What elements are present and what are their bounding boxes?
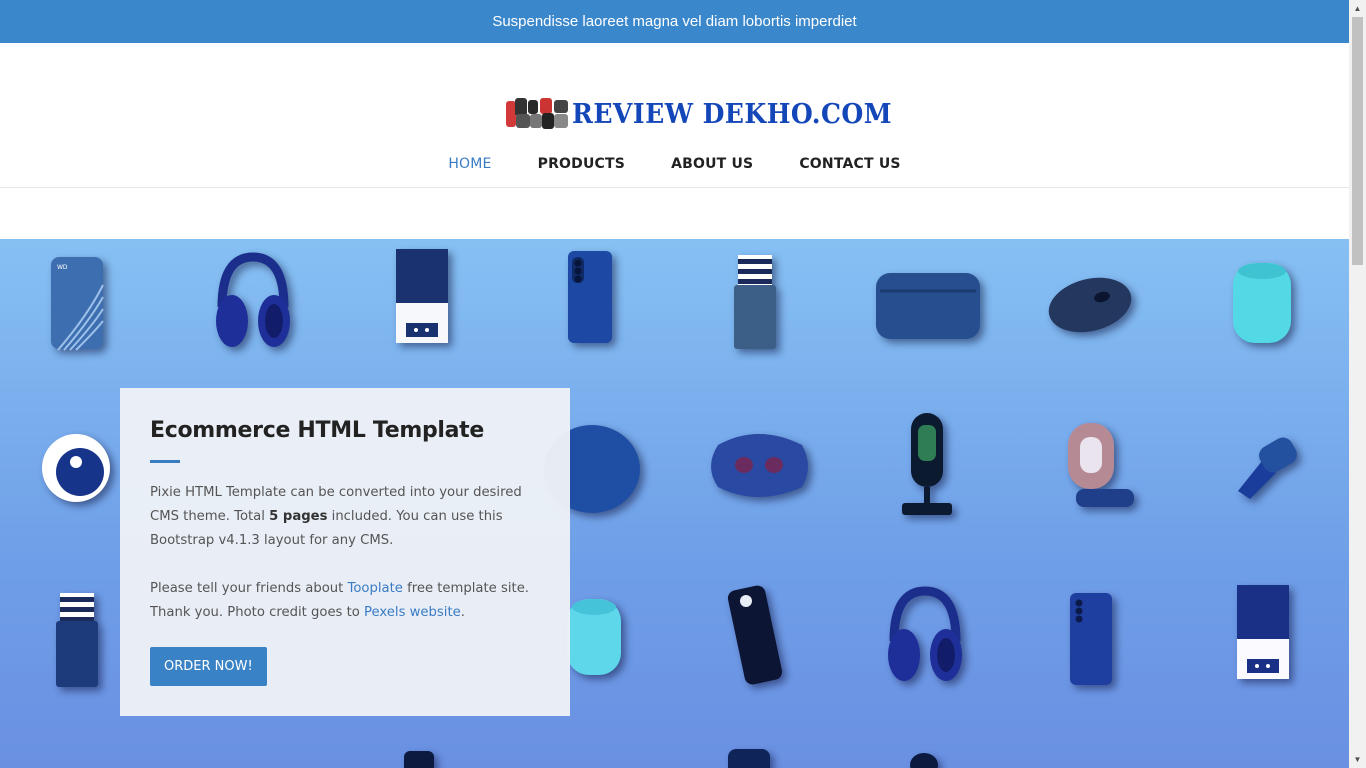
scroll-up-icon[interactable]: ▲ — [1349, 0, 1366, 17]
speaker-icon — [1233, 263, 1291, 343]
order-now-button[interactable]: ORDER NOW! — [150, 647, 267, 686]
pouch-icon — [876, 273, 980, 339]
phone-ring-stand-icon — [1068, 423, 1134, 507]
announcement-bar: Suspendisse laoreet magna vel diam lobor… — [0, 0, 1349, 43]
smartphone-icon — [1070, 593, 1112, 685]
svg-text:WD: WD — [57, 264, 68, 271]
hero-card-paragraph-2: Please tell your friends about Tooplate … — [150, 581, 529, 620]
main-nav: HOME PRODUCTS ABOUT US CONTACT US — [0, 156, 1349, 172]
smartphone-icon — [727, 585, 783, 685]
smartphone-icon — [568, 251, 612, 343]
scroll-down-icon[interactable]: ▼ — [1349, 751, 1366, 768]
microphone-icon — [902, 413, 952, 515]
massager-icon — [711, 434, 808, 497]
card-wallet-icon — [734, 255, 776, 349]
nav-home[interactable]: HOME — [448, 156, 491, 172]
hero-card: Ecommerce HTML Template Pixie HTML Templ… — [120, 388, 570, 716]
scrollbar-thumb[interactable] — [1352, 17, 1363, 265]
nav-about-us[interactable]: ABOUT US — [671, 156, 753, 172]
hero-card-title: Ecommerce HTML Template — [150, 418, 485, 443]
vertical-scrollbar[interactable]: ▲ ▼ — [1349, 0, 1366, 768]
hero-card-paragraph-1: Pixie HTML Template can be converted int… — [150, 485, 522, 548]
pexels-link[interactable]: Pexels website — [364, 605, 461, 620]
car-charger-icon — [1238, 437, 1297, 499]
mouse-icon — [1048, 277, 1132, 333]
airtag-icon — [42, 434, 110, 502]
nav-products[interactable]: PRODUCTS — [538, 156, 625, 172]
tooplate-link[interactable]: Tooplate — [348, 581, 403, 596]
headphones-icon — [888, 586, 962, 681]
product-partial-icon — [404, 751, 434, 768]
product-partial-icon — [910, 753, 938, 768]
site-logo[interactable]: REVIEW DEKHO.COM — [506, 98, 916, 130]
printer-icon — [1237, 585, 1289, 679]
logo-text: REVIEW DEKHO.COM — [572, 98, 893, 130]
announcement-text: Suspendisse laoreet magna vel diam lobor… — [492, 13, 857, 30]
logo-collage-image — [506, 98, 570, 130]
product-partial-icon — [728, 749, 770, 768]
nav-contact-us[interactable]: CONTACT US — [799, 156, 900, 172]
card-wallet-icon — [56, 593, 98, 687]
printer-icon — [396, 249, 448, 343]
hard-drive-icon: WD — [51, 257, 104, 351]
site-header: REVIEW DEKHO.COM HOME PRODUCTS ABOUT US … — [0, 43, 1349, 188]
headphones-icon — [216, 252, 290, 347]
speaker-icon — [567, 599, 621, 675]
title-underline — [150, 460, 180, 463]
